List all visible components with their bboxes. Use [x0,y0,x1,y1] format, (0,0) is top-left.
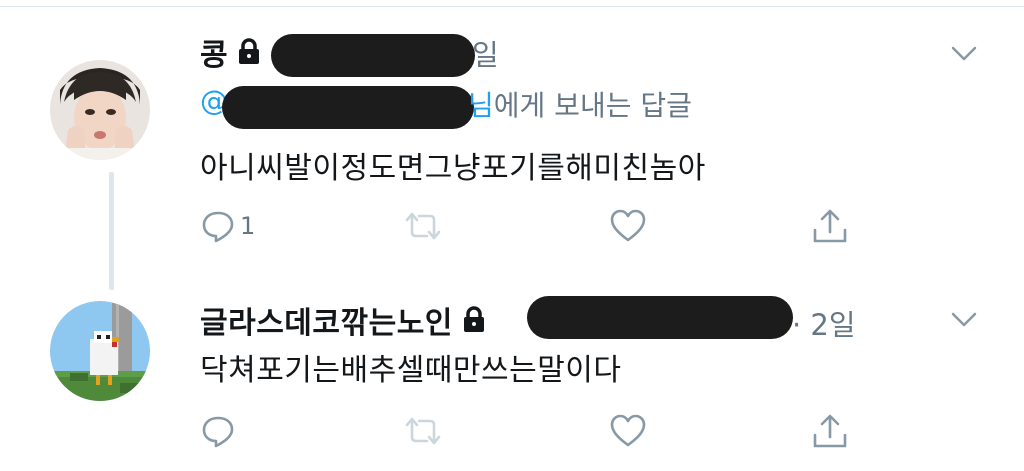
like-button[interactable] [609,208,647,244]
tweet-text: 아니씨발이정도면그냥포기를해미친놈아 [200,151,706,186]
like-button[interactable] [609,413,647,449]
redacted-reply-target [222,86,474,129]
reply-button[interactable] [200,413,236,449]
avatar[interactable] [50,60,150,160]
like-icon [610,209,646,242]
like-icon [610,414,646,447]
share-icon [813,209,847,243]
share-button[interactable] [811,206,849,246]
replying-suffix: 에게 보내는 답글 [493,89,692,122]
reply-button[interactable]: 1 [200,208,255,244]
tweet-text: 닥쳐포기는배추셀때만쓰는말이다 [200,353,622,388]
retweet-icon [405,212,441,240]
share-button[interactable] [811,411,849,451]
retweet-button[interactable] [403,208,443,244]
replying-suffix-wrap: 님에게 보내는 답글 [468,84,692,124]
redacted-handle [271,34,475,77]
reply-count: 1 [240,212,256,240]
top-divider [0,0,1024,7]
protected-lock-icon [236,37,264,67]
reply-icon [202,211,234,243]
share-icon [813,414,847,448]
author-name[interactable]: 콩 [200,30,228,74]
tweet-time[interactable]: · 2일 [792,302,856,344]
reply-icon [202,416,234,448]
retweet-icon [405,417,441,445]
thread-line [109,172,114,290]
retweet-button[interactable] [403,413,443,449]
protected-lock-icon [461,305,489,335]
replying-tail[interactable]: 님 [468,89,494,122]
author-name[interactable]: 글라스데코깎는노인 [200,298,453,342]
caret-down-icon[interactable] [950,45,978,63]
avatar[interactable] [50,301,150,401]
caret-down-icon[interactable] [950,311,978,329]
tweet-time[interactable]: 일 [472,32,499,74]
redacted-handle [527,296,793,339]
